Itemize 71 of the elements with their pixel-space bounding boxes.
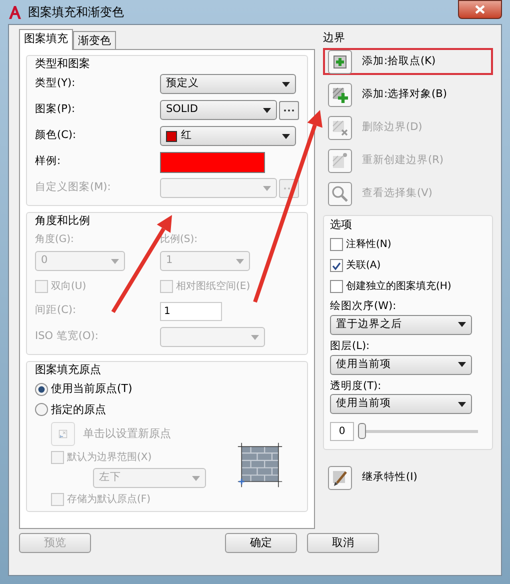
- radio-label: 使用当前原点(T): [51, 381, 132, 397]
- transparency-field[interactable]: 0: [330, 422, 354, 442]
- close-button[interactable]: [458, 0, 502, 19]
- radio-dot: [38, 386, 45, 393]
- remove-boundary-icon: [330, 118, 350, 138]
- window-title: 图案填充和渐变色: [28, 4, 124, 21]
- radio-button[interactable]: [35, 382, 48, 396]
- close-icon: [475, 5, 485, 14]
- dropdown[interactable]: 预定义: [160, 74, 296, 94]
- checkbox-label: 存储为默认原点(F): [67, 492, 151, 507]
- caret-icon: [263, 186, 271, 190]
- app-logo-icon: [8, 5, 22, 19]
- field-label: 比例(S):: [160, 232, 199, 247]
- field-label: 绘图次序(W):: [330, 299, 398, 314]
- caret-icon: [192, 476, 200, 480]
- field-label: 图案(P):: [35, 102, 76, 118]
- caret-icon: [251, 334, 259, 340]
- caret-icon: [458, 402, 466, 407]
- field-label: 样例:: [35, 154, 62, 170]
- slider-thumb[interactable]: [358, 423, 366, 440]
- checkbox[interactable]: [330, 238, 343, 251]
- group-title: 边界: [323, 31, 346, 45]
- checkbox-label: 注释性(N): [346, 238, 392, 252]
- caret-icon: [282, 134, 290, 138]
- group-title: 角度和比例: [35, 214, 91, 228]
- checkbox-label: 创建独立的图案填充(H): [346, 280, 452, 294]
- checkbox-label: 默认为边界范围(X): [67, 450, 152, 465]
- ellipsis-icon: [283, 108, 295, 112]
- dropdown[interactable]: 使用当前项: [330, 354, 472, 374]
- boundary-button[interactable]: 添加:选择对象(B): [323, 81, 493, 108]
- hatch-origin-preview-drawing: [237, 442, 283, 488]
- dropdown[interactable]: 使用当前项: [330, 394, 472, 414]
- field-label: 自定义图案(M):: [35, 180, 112, 196]
- tab[interactable]: 渐变色: [73, 31, 116, 49]
- group-title: 类型和图案: [35, 57, 91, 71]
- group-title: 图案填充原点: [35, 363, 102, 377]
- caret-icon: [282, 82, 290, 86]
- inherit-button[interactable]: 继承特性(I): [323, 464, 493, 492]
- caret-icon: [236, 258, 244, 264]
- tab[interactable]: 图案填充: [19, 29, 73, 50]
- group-title: 选项: [330, 218, 353, 232]
- field-label: ISO 笔宽(O):: [35, 329, 100, 344]
- field-label: 图层(L):: [330, 338, 371, 354]
- checkbox[interactable]: [330, 280, 343, 293]
- boundary-button[interactable]: 添加:拾取点(K): [323, 48, 493, 75]
- dropdown[interactable]: SOLID: [160, 100, 277, 120]
- radio-button[interactable]: [35, 403, 48, 416]
- checkbox-label: 关联(A): [346, 258, 381, 273]
- checkbox-label: 相对图纸空间(E): [176, 280, 250, 294]
- checkbox-label: 双向(U): [51, 280, 86, 294]
- caret-icon: [263, 108, 271, 112]
- recreate-boundary-icon: [330, 150, 350, 170]
- radio-label: 指定的原点: [51, 402, 106, 418]
- check-icon: [332, 262, 341, 270]
- caret-icon: [458, 362, 466, 367]
- color-dropdown[interactable]: 红: [160, 126, 296, 146]
- dialog-button[interactable]: 取消: [307, 533, 379, 553]
- set-origin-label: 单击以设置新原点: [83, 426, 171, 442]
- checkbox[interactable]: [330, 259, 343, 272]
- field-label: 角度(G):: [35, 232, 75, 247]
- field-label: 类型(Y):: [35, 76, 76, 92]
- field-label: 间距(C):: [35, 303, 78, 318]
- browse-button[interactable]: [279, 100, 299, 120]
- caret-icon: [458, 322, 466, 328]
- field-label: 颜色(C):: [35, 128, 78, 144]
- caret-icon: [111, 258, 119, 264]
- dropdown[interactable]: 置于边界之后: [330, 314, 472, 335]
- field-label: 透明度(T):: [330, 378, 382, 394]
- dialog-button[interactable]: 确定: [225, 533, 297, 553]
- magnifier-icon: [330, 184, 350, 204]
- add-object-icon: [330, 84, 350, 104]
